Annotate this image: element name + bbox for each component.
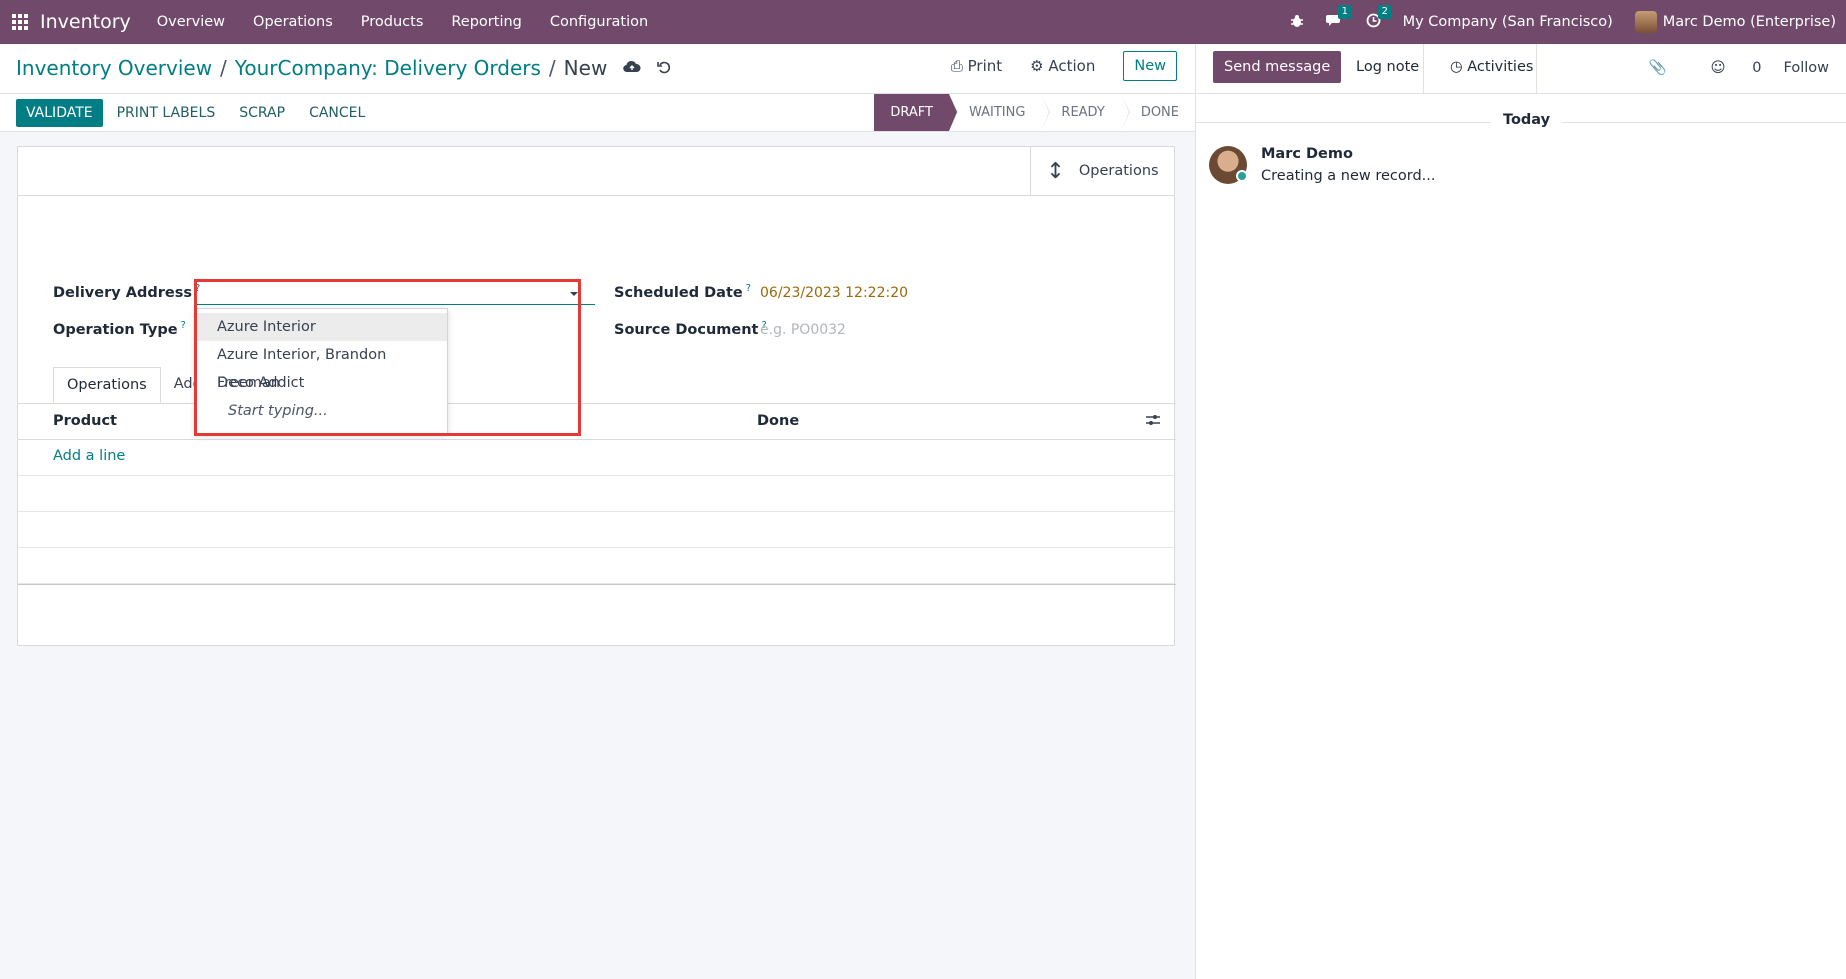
stage-waiting[interactable]: WAITING [949, 94, 1051, 131]
validate-button[interactable]: VALIDATE [16, 99, 103, 127]
user-avatar [1634, 11, 1657, 33]
stage-pipeline: DRAFT WAITING READY DONE [874, 94, 1183, 131]
operation-type-label: Operation Type? [53, 320, 186, 338]
activities-button[interactable]: ◷ Activities [1440, 51, 1543, 83]
menu-products[interactable]: Products [361, 14, 424, 30]
breadcrumb: Inventory Overview / YourCompany: Delive… [16, 56, 671, 80]
breadcrumb-current: New [563, 56, 608, 80]
operations-smart-button[interactable]: ↕ Operations [1030, 147, 1174, 196]
user-menu[interactable]: Marc Demo (Enterprise) [1634, 11, 1836, 33]
table-row: Add a line [18, 440, 1176, 476]
optional-columns-icon[interactable] [1146, 414, 1160, 430]
person-icon: ☺ [1710, 59, 1726, 76]
scrap-button[interactable]: SCRAP [227, 99, 297, 127]
online-status-icon [1236, 170, 1248, 182]
help-tooltip-icon[interactable]: ? [181, 320, 186, 331]
print-button[interactable]: ⎙ Print [951, 57, 1002, 75]
scheduled-date-field[interactable]: 06/23/2023 12:22:20 [760, 285, 908, 301]
activities-clock-icon[interactable]: 2 [1366, 4, 1392, 32]
message-body: Creating a new record... [1261, 168, 1436, 184]
activities-badge: 2 [1377, 4, 1392, 19]
debug-bug-icon[interactable] [1290, 13, 1304, 32]
save-cloud-icon[interactable] [623, 59, 641, 78]
log-note-button[interactable]: Log note [1346, 51, 1429, 83]
table-row [18, 548, 1176, 584]
cancel-button[interactable]: CANCEL [297, 99, 377, 127]
print-labels-button[interactable]: PRINT LABELS [105, 99, 228, 127]
menu-reporting[interactable]: Reporting [451, 14, 522, 30]
print-icon: ⎙ [950, 57, 963, 75]
clock-icon: ◷ [1450, 59, 1463, 75]
stage-ready[interactable]: READY [1041, 94, 1130, 131]
help-tooltip-icon[interactable]: ? [746, 283, 751, 294]
messages-icon[interactable]: 1 [1325, 4, 1352, 32]
attachment-paperclip-icon[interactable]: 📎 [1648, 59, 1666, 76]
source-document-label: Source Document? [614, 320, 767, 338]
gear-icon: ⚙ [1030, 57, 1044, 75]
control-panel: Inventory Overview / YourCompany: Delive… [0, 44, 1195, 94]
send-message-button[interactable]: Send message [1213, 51, 1342, 83]
breadcrumb-delivery-orders[interactable]: YourCompany: Delivery Orders [235, 56, 541, 80]
menu-operations[interactable]: Operations [253, 14, 333, 30]
messages-badge: 1 [1337, 4, 1352, 19]
source-document-input[interactable]: e.g. PO0032 [760, 322, 846, 338]
menu-overview[interactable]: Overview [157, 14, 225, 30]
table-row [18, 476, 1176, 512]
breadcrumb-inventory-overview[interactable]: Inventory Overview [16, 56, 212, 80]
vertical-arrows-icon: ↕ [1046, 158, 1065, 184]
scheduled-date-label: Scheduled Date? [614, 283, 752, 301]
new-button[interactable]: New [1123, 51, 1177, 81]
notebook-tabs: Operations Add [53, 367, 215, 403]
delivery-address-label: Delivery Address? [53, 283, 201, 301]
menu-configuration[interactable]: Configuration [550, 14, 648, 30]
date-separator: Today [1491, 112, 1563, 128]
apps-grid-icon[interactable] [0, 0, 40, 44]
status-bar: VALIDATE PRINT LABELS SCRAP CANCEL DRAFT… [0, 94, 1195, 132]
add-line-link[interactable]: Add a line [53, 448, 125, 464]
discard-undo-icon[interactable] [657, 59, 671, 78]
chatter-panel: Send message Log note ◷ Activities 📎 ☺ 0… [1195, 44, 1846, 979]
stage-draft[interactable]: DRAFT [874, 94, 958, 131]
company-switcher[interactable]: My Company (San Francisco) [1403, 14, 1613, 30]
form-sheet: ↕ Operations Delivery Address? Operation… [17, 146, 1176, 646]
message-author[interactable]: Marc Demo [1261, 146, 1353, 162]
table-row [18, 512, 1176, 548]
stage-done[interactable]: DONE [1121, 94, 1183, 131]
highlight-annotation [194, 279, 581, 436]
app-brand[interactable]: Inventory [40, 11, 131, 33]
action-button[interactable]: ⚙ Action [1030, 57, 1095, 75]
follow-button[interactable]: Follow [1784, 60, 1829, 76]
followers-button[interactable]: ☺ 0 [1689, 60, 1762, 76]
tab-operations[interactable]: Operations [53, 367, 161, 403]
top-navbar: Inventory Overview Operations Products R… [0, 0, 1846, 44]
user-name: Marc Demo (Enterprise) [1662, 14, 1836, 30]
column-product[interactable]: Product [53, 413, 117, 429]
column-done[interactable]: Done [757, 413, 799, 429]
operations-table-header: Product Done [18, 404, 1176, 440]
